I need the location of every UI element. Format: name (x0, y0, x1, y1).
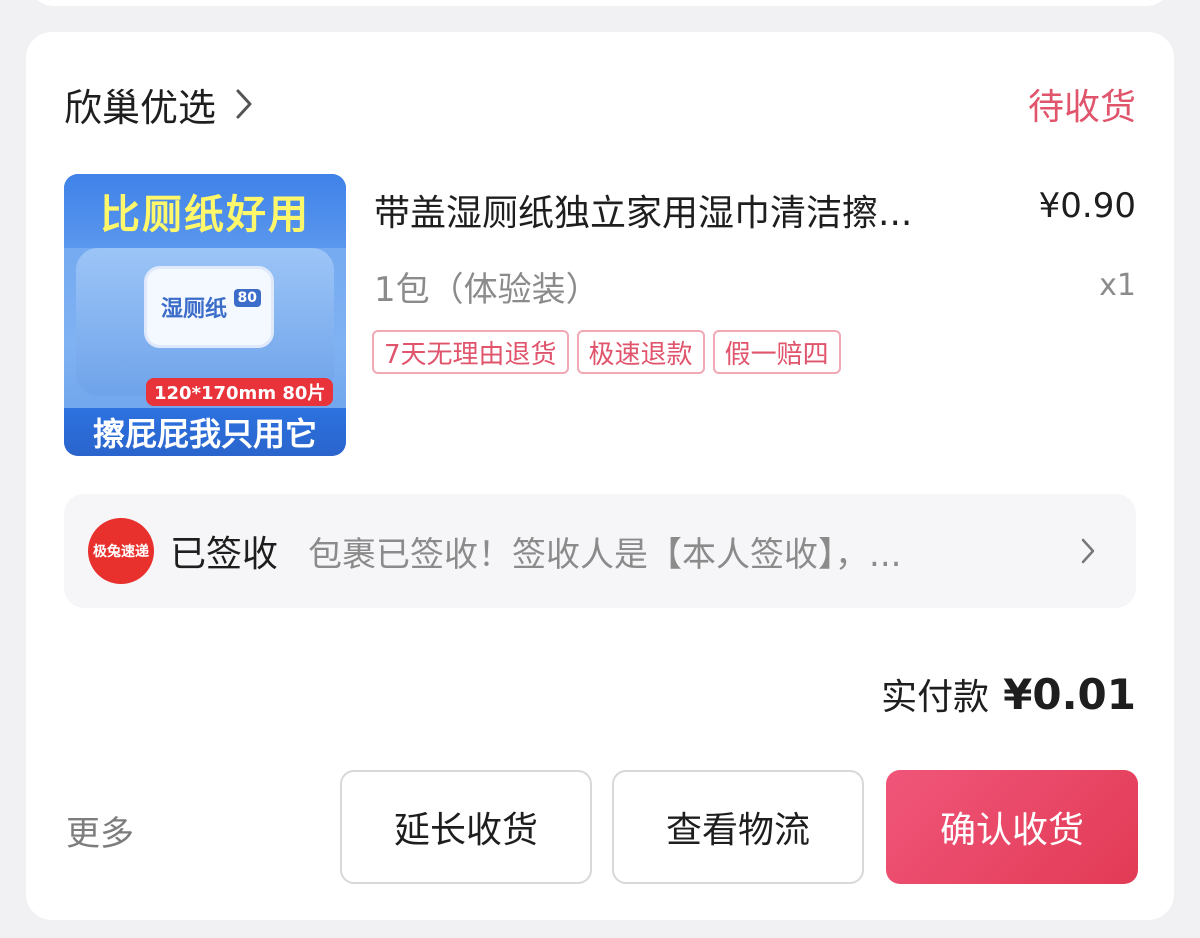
payment-summary: 实付款 ¥0.01 (881, 668, 1136, 720)
view-logistics-button[interactable]: 查看物流 (612, 770, 864, 884)
courier-logo: 极兔速递 (88, 518, 154, 584)
wipes-lid-graphic: 湿厕纸 80 (144, 266, 274, 348)
tag-fake-compensation: 假一赔四 (712, 330, 841, 374)
product-image[interactable]: 比厕纸好用 湿厕纸 80 120*170mm 80片 擦屁屁我只用它 (64, 174, 346, 456)
order-card: 欣巢优选 待收货 比厕纸好用 湿厕纸 80 120*170mm 80片 擦屁屁我… (26, 32, 1174, 920)
logistics-bar[interactable]: 极兔速递 已签收 包裹已签收！签收人是【本人签收】，... (64, 494, 1136, 608)
shop-name: 欣巢优选 (64, 85, 217, 130)
tag-return: 7天无理由退货 (372, 330, 569, 374)
chevron-right-icon (1081, 538, 1095, 564)
payment-amount: ¥0.01 (1003, 670, 1136, 719)
chevron-right-icon (236, 89, 252, 119)
extend-receipt-button[interactable]: 延长收货 (340, 770, 592, 884)
product-quantity: x1 (1099, 268, 1136, 303)
confirm-receipt-button[interactable]: 确认收货 (886, 770, 1138, 884)
shop-header: 欣巢优选 待收货 (64, 76, 1136, 132)
product-price: ¥0.90 (1038, 186, 1136, 226)
service-tags: 7天无理由退货 极速退款 假一赔四 (372, 330, 841, 374)
lid-label: 湿厕纸 (161, 297, 228, 322)
logistics-detail: 包裹已签收！签收人是【本人签收】，... (308, 534, 902, 575)
product-size-label: 120*170mm 80片 (146, 378, 334, 406)
product-image-top-text: 比厕纸好用 (64, 174, 346, 248)
payment-label: 实付款 (881, 677, 990, 718)
logistics-status: 已签收 (170, 534, 279, 575)
order-status: 待收货 (1027, 87, 1136, 128)
product-title[interactable]: 带盖湿厕纸独立家用湿巾清洁擦... (374, 184, 994, 236)
shop-link[interactable]: 欣巢优选 (64, 77, 254, 132)
product-spec: 1包（体验装） (374, 270, 600, 310)
product-image-bottom-text: 擦屁屁我只用它 (64, 408, 346, 456)
previous-card-edge (28, 0, 1172, 6)
more-button[interactable]: 更多 (66, 806, 134, 855)
tag-fast-refund: 极速退款 (576, 330, 705, 374)
lid-count: 80 (233, 289, 261, 307)
